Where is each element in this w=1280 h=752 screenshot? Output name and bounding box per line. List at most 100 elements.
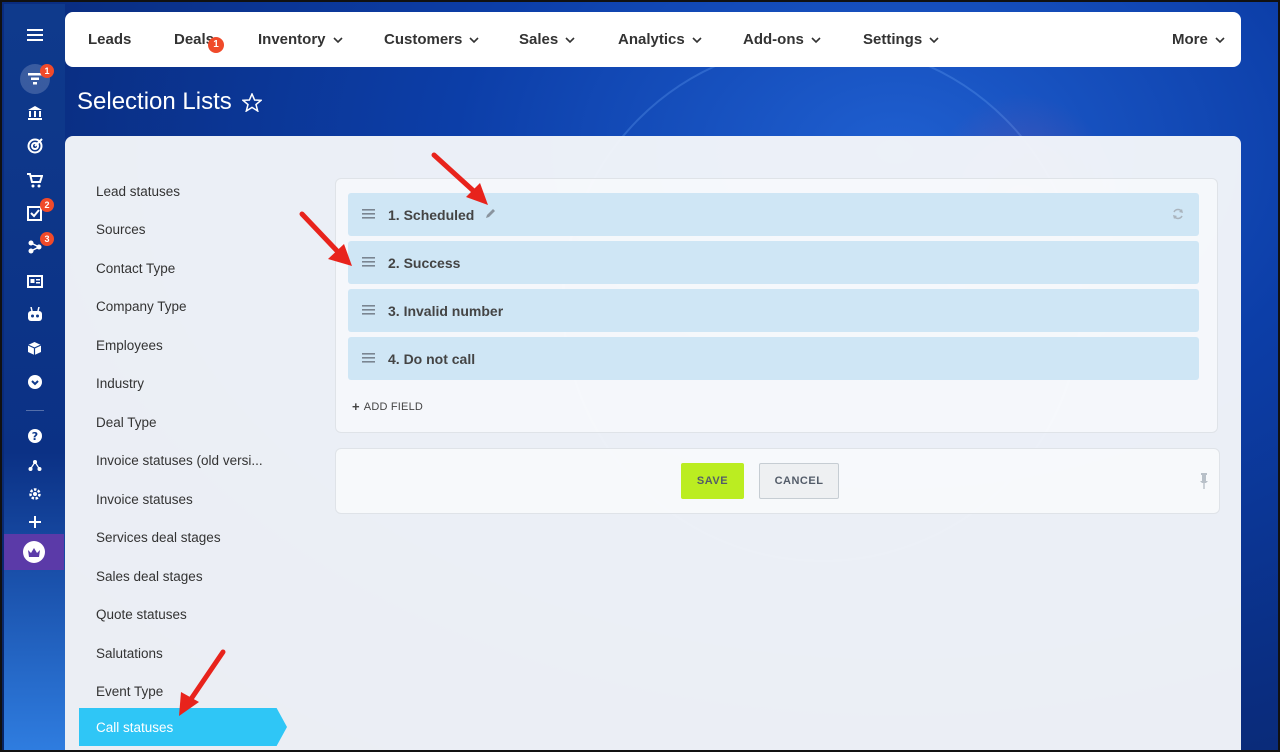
menu-icon[interactable] (4, 20, 65, 50)
sidebar-item-services-deal-stages[interactable]: Services deal stages (79, 519, 299, 557)
chevron-down-icon (929, 36, 939, 43)
sidebar-item-employees[interactable]: Employees (79, 326, 299, 364)
sidebar-item-industry[interactable]: Industry (79, 365, 299, 403)
sidebar-item-label: Call statuses (96, 719, 174, 735)
deals-badge: 1 (208, 37, 225, 53)
sidebar-item-label: Contact Type (96, 260, 176, 276)
sidebar-item-salutations[interactable]: Salutations (79, 634, 299, 672)
sidebar-item-lead-statuses[interactable]: Lead statuses (79, 172, 299, 210)
nav-label: Analytics (618, 31, 685, 48)
chevron-down-icon (1215, 36, 1225, 43)
help-icon[interactable]: ? (4, 421, 65, 451)
field-label: 2. Success (388, 254, 461, 271)
sidebar-item-contact-type[interactable]: Contact Type (79, 249, 299, 287)
sitemap-icon[interactable] (4, 450, 65, 480)
nav-label: Sales (519, 31, 559, 48)
field-label: 3. Invalid number (388, 302, 504, 319)
bank-icon[interactable] (4, 98, 65, 128)
nav-more[interactable]: More (1172, 12, 1225, 67)
drag-handle-icon[interactable] (362, 257, 375, 267)
nav-sales[interactable]: Sales (519, 12, 575, 67)
nav-deals[interactable]: Deals 1 (174, 12, 225, 67)
nav-analytics[interactable]: Analytics (618, 12, 702, 67)
network-badge: 3 (40, 232, 54, 246)
nav-label: Leads (88, 31, 132, 48)
sidebar-item-sources[interactable]: Sources (79, 211, 299, 249)
nav-label: Settings (863, 31, 923, 48)
robot-icon[interactable] (4, 299, 65, 329)
drag-handle-icon[interactable] (362, 305, 375, 315)
sidebar-item-label: Employees (96, 337, 163, 353)
sidebar-item-label: Invoice statuses (old versi... (96, 453, 263, 468)
sidebar-item-label: Industry (96, 376, 145, 391)
cancel-button[interactable]: CANCEL (759, 463, 839, 499)
nav-settings[interactable]: Settings (863, 12, 939, 67)
left-rail: 1 2 3 ? (4, 4, 65, 750)
list-item[interactable]: 4. Do not call (348, 337, 1199, 380)
chevron-down-icon (811, 36, 821, 43)
sidebar-item-label: Deal Type (96, 414, 157, 430)
plus-icon: + (352, 399, 360, 414)
list-item[interactable]: 3. Invalid number (348, 289, 1199, 332)
add-field-label: ADD FIELD (363, 400, 424, 413)
nav-inventory[interactable]: Inventory (258, 12, 343, 67)
nav-leads[interactable]: Leads (88, 12, 131, 67)
drag-handle-icon[interactable] (362, 209, 375, 219)
chevron-down-icon (469, 36, 479, 43)
chevron-down-icon (565, 36, 575, 43)
network-icon[interactable]: 3 (4, 232, 65, 262)
tasks-badge: 2 (40, 198, 54, 212)
page-title: Selection Lists (77, 88, 262, 116)
nav-label: Inventory (258, 31, 326, 48)
contact-card-icon[interactable] (4, 266, 65, 296)
action-bar: SAVE CANCEL (335, 448, 1220, 514)
gear-icon[interactable] (4, 479, 65, 509)
field-label: 4. Do not call (388, 350, 476, 367)
main-panel: Lead statuses Sources Contact Type Compa… (65, 136, 1241, 750)
box-icon[interactable] (4, 333, 65, 363)
nav-addons[interactable]: Add-ons (743, 12, 821, 67)
nav-label: More (1172, 31, 1208, 48)
tasks-icon[interactable]: 2 (4, 198, 65, 228)
chevron-circle-icon[interactable] (4, 367, 65, 397)
save-button[interactable]: SAVE (681, 463, 744, 499)
funnel-badge: 1 (40, 64, 54, 78)
chevron-down-icon (692, 36, 702, 43)
funnel-icon[interactable]: 1 (4, 64, 65, 94)
list-item[interactable]: 1. Scheduled (348, 193, 1199, 236)
page-title-text: Selection Lists (77, 88, 232, 115)
cart-icon[interactable] (4, 165, 65, 195)
crown-icon[interactable] (4, 534, 64, 570)
sidebar-item-sales-deal-stages[interactable]: Sales deal stages (79, 557, 299, 595)
sidebar-item-label: Invoice statuses (96, 491, 193, 507)
star-icon[interactable] (241, 92, 262, 112)
nav-label: Customers (384, 31, 463, 48)
sidebar-item-label: Company Type (96, 299, 187, 314)
sidebar-item-deal-type[interactable]: Deal Type (79, 403, 299, 441)
sidebar-item-label: Sales deal stages (96, 568, 203, 584)
pencil-icon[interactable] (485, 208, 496, 219)
status-fields-list: 1. Scheduled 2. Success 3. Invalid numbe… (335, 178, 1218, 433)
field-label: 1. Scheduled (388, 206, 475, 223)
svg-text:?: ? (31, 430, 37, 443)
sidebar-item-invoice-statuses[interactable]: Invoice statuses (79, 480, 299, 518)
sidebar-item-event-type[interactable]: Event Type (79, 673, 299, 711)
sidebar-item-company-type[interactable]: Company Type (79, 288, 299, 326)
sidebar-item-quote-statuses[interactable]: Quote statuses (79, 596, 299, 634)
list-item[interactable]: 2. Success (348, 241, 1199, 284)
sidebar-item-label: Lead statuses (96, 183, 181, 199)
sidebar-item-label: Event Type (96, 684, 164, 699)
pin-icon[interactable] (1199, 473, 1209, 489)
add-field-button[interactable]: + ADD FIELD (352, 399, 423, 414)
target-icon[interactable] (4, 131, 65, 161)
drag-handle-icon[interactable] (362, 353, 375, 363)
nav-customers[interactable]: Customers (384, 12, 479, 67)
sidebar-item-call-statuses[interactable]: Call statuses (79, 708, 287, 746)
sidebar-item-label: Salutations (96, 645, 163, 661)
top-navigation: Leads Deals 1 Inventory Customers Sales A… (65, 12, 1241, 67)
chevron-down-icon (332, 36, 343, 43)
sidebar-item-invoice-statuses-old[interactable]: Invoice statuses (old versi... (79, 442, 299, 480)
refresh-icon[interactable] (1171, 207, 1185, 221)
plus-icon[interactable] (4, 507, 65, 537)
sidebar-item-label: Quote statuses (96, 607, 187, 622)
